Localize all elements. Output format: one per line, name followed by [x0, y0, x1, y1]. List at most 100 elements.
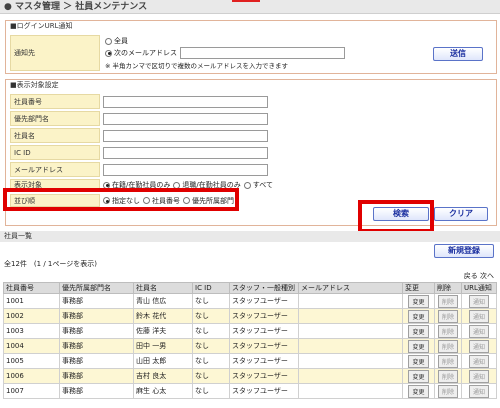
field-name: 社員名	[10, 128, 490, 143]
notify-button[interactable]: 通知	[468, 354, 489, 368]
cell-name: 田中 一男	[133, 338, 193, 354]
notify-button[interactable]: 通知	[468, 339, 489, 353]
cell-delete: 削除	[434, 368, 462, 384]
result-count: 全12件 (1 / 1ページを表示)	[4, 260, 97, 268]
cell-notify: 通知	[461, 368, 497, 384]
cell-icid: なし	[192, 368, 230, 384]
cell-id: 1004	[3, 338, 60, 354]
icid-label: IC ID	[10, 145, 100, 160]
delete-button[interactable]: 削除	[437, 309, 458, 323]
radio-email[interactable]: 次のメールアドレス	[105, 48, 177, 58]
cell-dept: 事務部	[59, 383, 134, 399]
clear-button[interactable]: クリア	[434, 207, 488, 221]
radio-all[interactable]: 全員	[105, 36, 345, 46]
col-employee-id[interactable]: 社員番号	[3, 282, 60, 294]
edit-button[interactable]: 変更	[408, 384, 429, 398]
edit-button[interactable]: 変更	[408, 309, 429, 323]
cell-name: 麻生 心太	[133, 383, 193, 399]
breadcrumb: ● マスタ管理 ＞ 社員メンテナンス	[4, 2, 148, 12]
cell-id: 1002	[3, 308, 60, 324]
edit-button[interactable]: 変更	[408, 294, 429, 308]
delete-button[interactable]: 削除	[437, 354, 458, 368]
filter-section-title: ■表示対象設定	[10, 81, 59, 89]
notify-button[interactable]: 通知	[468, 294, 489, 308]
cell-dept: 事務部	[59, 368, 134, 384]
cell-dept: 事務部	[59, 293, 134, 309]
table-row: 1004 事務部 田中 一男 なし スタッフユーザー 変更 削除 通知	[3, 338, 497, 354]
name-label: 社員名	[10, 128, 100, 143]
col-email[interactable]: メールアドレス	[298, 282, 403, 294]
dept-input[interactable]	[103, 112, 268, 125]
delete-button[interactable]: 削除	[437, 294, 458, 308]
table-row: 1007 事務部 麻生 心太 なし スタッフユーザー 変更 削除 通知	[3, 383, 497, 399]
pager[interactable]: 戻る 次へ	[464, 271, 494, 281]
cell-type: スタッフユーザー	[229, 383, 299, 399]
cell-dept: 事務部	[59, 353, 134, 369]
cell-type: スタッフユーザー	[229, 308, 299, 324]
cell-notify: 通知	[461, 383, 497, 399]
cell-edit: 変更	[402, 353, 435, 369]
cell-dept: 事務部	[59, 338, 134, 354]
edit-button[interactable]: 変更	[408, 324, 429, 338]
cell-name: 青山 信広	[133, 293, 193, 309]
cell-icid: なし	[192, 338, 230, 354]
cell-name: 山田 太郎	[133, 353, 193, 369]
cell-icid: なし	[192, 353, 230, 369]
col-dept[interactable]: 優先所属部門名	[59, 282, 134, 294]
delete-button[interactable]: 削除	[437, 369, 458, 383]
employee-id-input[interactable]	[103, 95, 268, 108]
cell-dept: 事務部	[59, 308, 134, 324]
notify-button[interactable]: 通知	[468, 309, 489, 323]
notify-button[interactable]: 通知	[468, 384, 489, 398]
cell-type: スタッフユーザー	[229, 338, 299, 354]
cell-notify: 通知	[461, 293, 497, 309]
cell-delete: 削除	[434, 353, 462, 369]
cell-id: 1003	[3, 323, 60, 339]
employee-id-label: 社員番号	[10, 94, 100, 109]
cell-notify: 通知	[461, 323, 497, 339]
cell-name: 佐藤 洋夫	[133, 323, 193, 339]
email-filter-input[interactable]	[103, 163, 268, 176]
target-all-label: すべて	[252, 181, 273, 189]
cell-email	[298, 353, 403, 369]
edit-button[interactable]: 変更	[408, 354, 429, 368]
notify-button[interactable]: 通知	[468, 324, 489, 338]
name-input[interactable]	[103, 129, 268, 142]
decorative-line	[232, 0, 260, 2]
edit-button[interactable]: 変更	[408, 339, 429, 353]
field-email: メールアドレス	[10, 162, 490, 177]
new-register-button[interactable]: 新規登録	[434, 244, 494, 258]
highlight-search-box	[358, 200, 434, 233]
cell-email	[298, 338, 403, 354]
cell-edit: 変更	[402, 368, 435, 384]
target-all[interactable]: すべて	[243, 180, 273, 190]
cell-edit: 変更	[402, 293, 435, 309]
table-row: 1001 事務部 青山 信広 なし スタッフユーザー 変更 削除 通知	[3, 293, 497, 309]
cell-icid: なし	[192, 308, 230, 324]
col-edit: 変更	[402, 282, 435, 294]
cell-notify: 通知	[461, 308, 497, 324]
icid-input[interactable]	[103, 146, 268, 159]
cell-delete: 削除	[434, 383, 462, 399]
cell-type: スタッフユーザー	[229, 293, 299, 309]
delete-button[interactable]: 削除	[437, 339, 458, 353]
cell-type: スタッフユーザー	[229, 323, 299, 339]
delete-button[interactable]: 削除	[437, 324, 458, 338]
cell-dept: 事務部	[59, 323, 134, 339]
email-input[interactable]	[180, 47, 345, 59]
cell-edit: 変更	[402, 323, 435, 339]
delete-button[interactable]: 削除	[437, 384, 458, 398]
col-icid[interactable]: IC ID	[192, 282, 230, 294]
cell-notify: 通知	[461, 353, 497, 369]
field-dept: 優先部門名	[10, 111, 490, 126]
notify-button[interactable]: 通知	[468, 369, 489, 383]
edit-button[interactable]: 変更	[408, 369, 429, 383]
col-name[interactable]: 社員名	[133, 282, 193, 294]
page-title-bar: ● マスタ管理 ＞ 社員メンテナンス	[0, 0, 500, 14]
col-notify: URL通知	[461, 282, 497, 294]
cell-icid: なし	[192, 293, 230, 309]
notify-row: 通知先 全員 次のメールアドレス ※ 半角カンマで区切りで複数のメールアドレスを…	[10, 35, 490, 71]
cell-id: 1001	[3, 293, 60, 309]
col-type[interactable]: スタッフ・一般種別	[229, 282, 299, 294]
send-button[interactable]: 送信	[433, 47, 483, 61]
